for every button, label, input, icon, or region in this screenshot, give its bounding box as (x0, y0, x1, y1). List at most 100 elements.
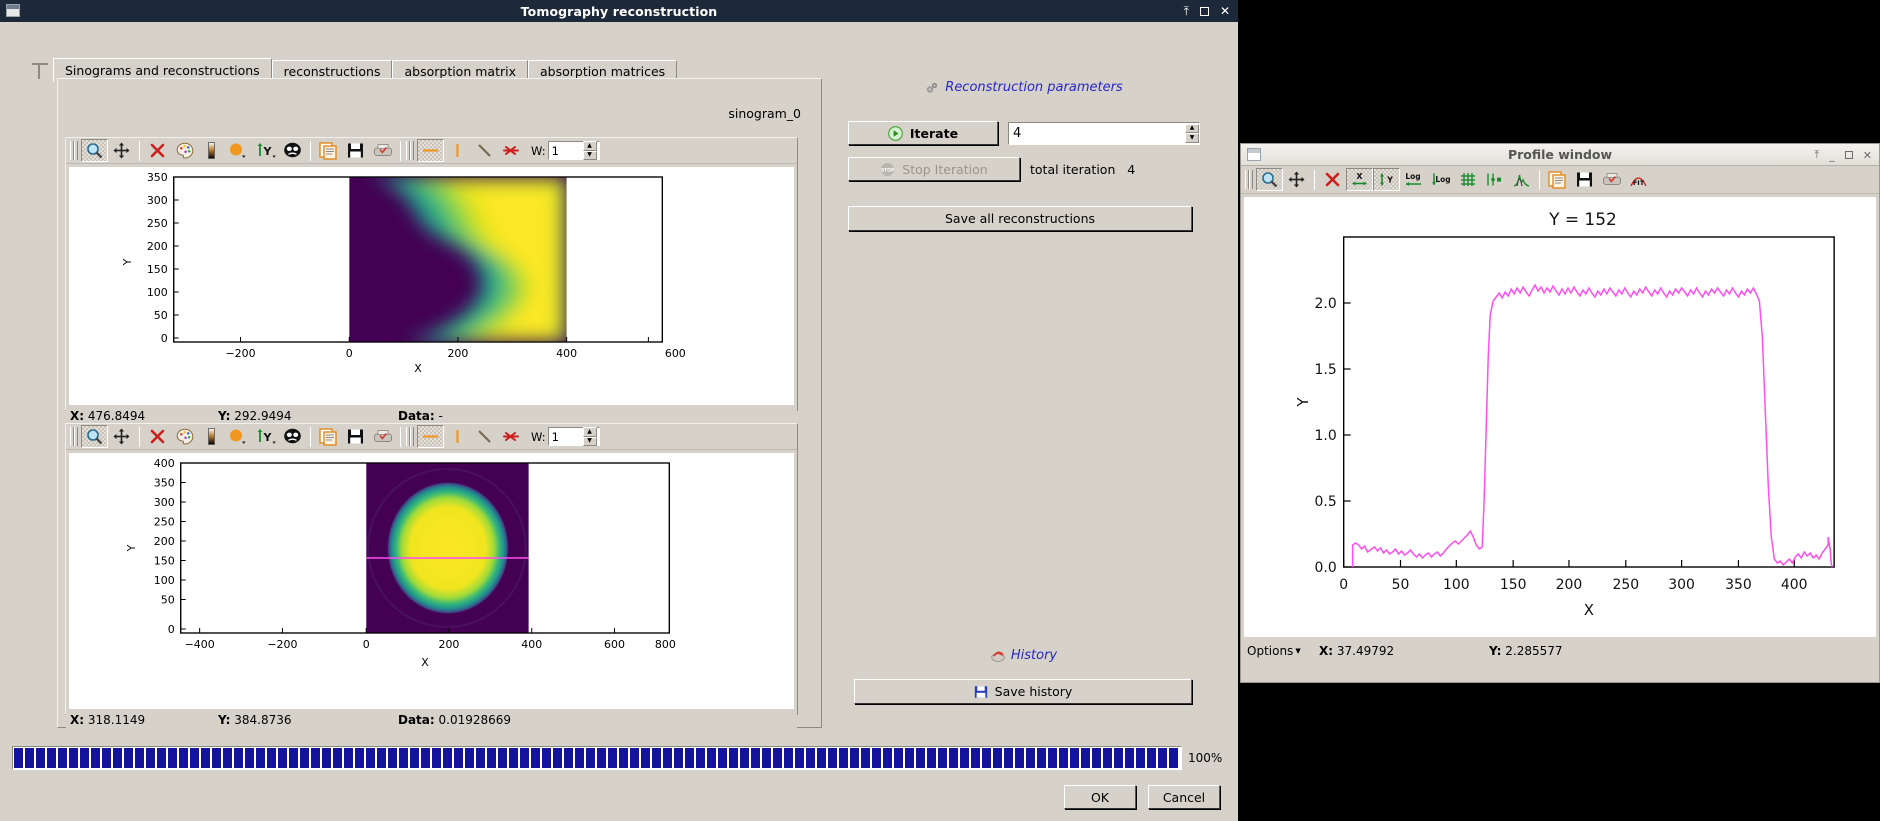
svg-text:50: 50 (1392, 577, 1410, 593)
width-input-wrap[interactable]: ▲ ▼ (547, 427, 600, 446)
fit-icon[interactable]: FIT (1625, 168, 1652, 191)
svg-text:50: 50 (161, 593, 175, 606)
tab-drag-handle-icon[interactable] (27, 60, 53, 82)
width-input-wrap[interactable]: ▲ ▼ (547, 141, 600, 160)
chevron-down-icon[interactable]: ▼ (1295, 647, 1300, 655)
toolbar-grip-icon[interactable] (1245, 170, 1253, 189)
save-all-reconstructions-label: Save all reconstructions (944, 211, 1096, 226)
iterations-input-wrap[interactable]: ▲ ▼ (1008, 121, 1200, 145)
zoom-icon[interactable] (1256, 168, 1283, 191)
delete-icon[interactable] (1319, 168, 1346, 191)
ok-button[interactable]: OK (1064, 785, 1136, 809)
svg-text:200: 200 (1556, 577, 1583, 593)
toolbar-grip-icon[interactable] (70, 427, 78, 446)
stepper-down-icon[interactable]: ▼ (1185, 133, 1199, 143)
width-stepper[interactable]: ▲ ▼ (582, 141, 597, 160)
colorbar-icon[interactable] (198, 425, 225, 448)
delete-icon[interactable] (144, 139, 171, 162)
print-icon[interactable] (369, 139, 396, 162)
mask-icon[interactable] (279, 139, 306, 162)
clear-markers-icon[interactable] (498, 425, 525, 448)
stepper-up-icon[interactable]: ▲ (1185, 123, 1199, 133)
print-icon[interactable] (369, 425, 396, 448)
toolbar-grip-icon[interactable] (406, 141, 414, 160)
zoom-icon[interactable] (81, 139, 108, 162)
toolbar-grip-icon[interactable] (70, 141, 78, 160)
svg-text:−200: −200 (267, 638, 297, 651)
width-input[interactable] (548, 428, 583, 445)
options-menu[interactable]: Options ▼ (1247, 644, 1319, 658)
log-y-icon[interactable]: Log (1427, 168, 1454, 191)
y-axis-icon[interactable]: Y (252, 139, 279, 162)
close-icon[interactable]: ✕ (1863, 149, 1872, 162)
horizontal-line-icon[interactable] (417, 425, 444, 448)
window-menu-icon[interactable] (6, 4, 20, 17)
marker-icon[interactable] (225, 139, 252, 162)
palette-icon[interactable] (171, 139, 198, 162)
restore-up-icon[interactable]: ⤒ (1184, 5, 1189, 17)
copy-icon[interactable] (315, 425, 342, 448)
iterations-stepper[interactable]: ▲ ▼ (1185, 123, 1199, 143)
log-x-icon[interactable]: Log (1400, 168, 1427, 191)
restore-up-icon[interactable]: ⤒ (1814, 148, 1819, 162)
iterations-input[interactable] (1009, 124, 1185, 142)
pan-icon[interactable] (108, 425, 135, 448)
width-stepper[interactable]: ▲ ▼ (582, 427, 597, 446)
save-icon[interactable] (1571, 168, 1598, 191)
status-x-value: 476.8494 (87, 409, 146, 423)
colorbar-icon[interactable] (198, 139, 225, 162)
stepper-down-icon[interactable]: ▼ (582, 436, 597, 446)
save-icon[interactable] (342, 425, 369, 448)
save-all-reconstructions-button[interactable]: Save all reconstructions (848, 206, 1192, 231)
sinogram-canvas[interactable]: 350 300 250 200 150 100 50 0 −200 0 200 … (69, 167, 794, 405)
diagonal-line-icon[interactable] (471, 139, 498, 162)
maximize-icon[interactable] (1844, 151, 1853, 159)
iterate-button[interactable]: Iterate (848, 121, 998, 145)
peak-icon[interactable] (1508, 168, 1535, 191)
stepper-down-icon[interactable]: ▼ (582, 150, 597, 160)
print-icon[interactable] (1598, 168, 1625, 191)
toolbar-separator (310, 140, 311, 161)
stepper-up-icon[interactable]: ▲ (582, 427, 597, 437)
save-history-label: Save history (994, 684, 1073, 699)
parameters-title: Reconstruction parameters (848, 80, 1200, 95)
maximize-icon[interactable] (1199, 6, 1209, 16)
svg-text:X: X (421, 656, 429, 669)
copy-icon[interactable] (1544, 168, 1571, 191)
y-axis-icon[interactable]: Y (252, 425, 279, 448)
stepper-up-icon[interactable]: ▲ (582, 141, 597, 151)
clear-markers-icon[interactable] (498, 139, 525, 162)
horizontal-line-icon[interactable] (417, 139, 444, 162)
vertical-line-icon[interactable] (444, 139, 471, 162)
marker-icon[interactable] (225, 425, 252, 448)
y-autoscale-icon[interactable]: Y (1373, 168, 1400, 191)
close-icon[interactable]: ✕ (1220, 5, 1230, 17)
progress-area: 100% (12, 745, 1226, 771)
window-menu-icon[interactable] (1247, 148, 1261, 161)
profile-chart-canvas[interactable]: Y = 152 0.0 0.5 1.0 1.5 2.0 0 50 100 150… (1244, 197, 1876, 637)
save-history-button[interactable]: Save history (854, 679, 1192, 704)
stop-iteration-button[interactable]: STOP Stop Iteration (848, 157, 1020, 181)
markers-icon[interactable] (1481, 168, 1508, 191)
mask-icon[interactable] (279, 425, 306, 448)
width-input[interactable] (548, 142, 583, 159)
zoom-icon[interactable] (81, 425, 108, 448)
sinogram-plot-panel: Y W: 1 ▲ ▼ 350 300 250 200 150 100 50 0 … (65, 137, 798, 427)
vertical-line-icon[interactable] (444, 425, 471, 448)
cancel-button[interactable]: Cancel (1148, 785, 1220, 809)
copy-icon[interactable] (315, 139, 342, 162)
toolbar-separator (400, 426, 401, 447)
minimize-icon[interactable]: _ (1829, 149, 1835, 162)
palette-icon[interactable] (171, 425, 198, 448)
svg-text:Y: Y (125, 544, 138, 552)
toolbar-grip-icon[interactable] (406, 427, 414, 446)
delete-icon[interactable] (144, 425, 171, 448)
save-icon[interactable] (342, 139, 369, 162)
x-autoscale-icon[interactable]: X (1346, 168, 1373, 191)
reconstruction-canvas[interactable]: 400 350 300 250 200 150 100 50 0 −400 −2… (69, 453, 794, 709)
pan-icon[interactable] (108, 139, 135, 162)
diagonal-line-icon[interactable] (471, 425, 498, 448)
reconstruction-parameters-panel: Reconstruction parameters Iterate ▲ ▼ (848, 78, 1200, 728)
grid-icon[interactable] (1454, 168, 1481, 191)
pan-icon[interactable] (1283, 168, 1310, 191)
